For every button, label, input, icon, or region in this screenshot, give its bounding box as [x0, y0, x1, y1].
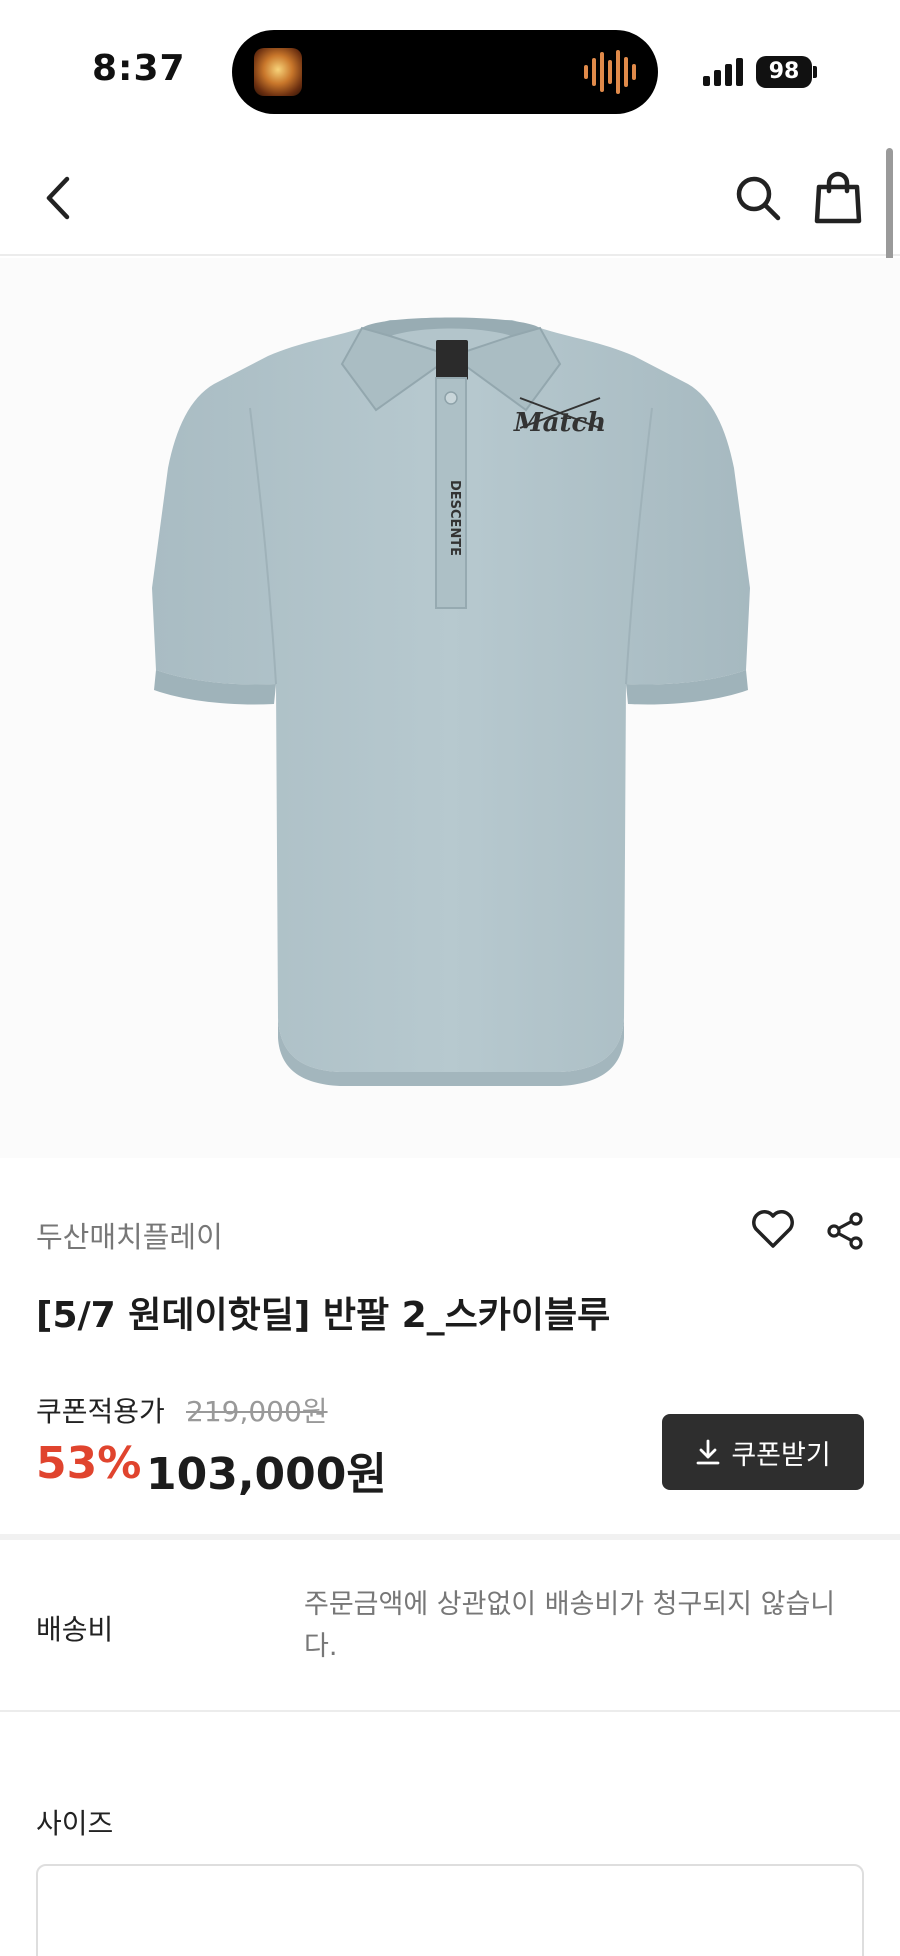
- brand-name[interactable]: 두산매치플레이: [36, 1214, 223, 1256]
- dynamic-island[interactable]: [232, 30, 658, 114]
- status-bar: 8:37 98: [0, 0, 900, 140]
- section-divider: [0, 1534, 900, 1540]
- size-label: 사이즈: [36, 1807, 114, 1840]
- coupon-price-label: 쿠폰적용가: [36, 1395, 165, 1428]
- top-navigation-bar: [0, 140, 900, 256]
- battery-indicator: 98: [756, 56, 812, 88]
- final-price: 103,000원: [146, 1449, 387, 1500]
- search-icon: [736, 176, 781, 221]
- now-playing-artwork: [254, 48, 302, 96]
- share-button[interactable]: [820, 1206, 870, 1256]
- discount-rate: 53%: [36, 1438, 142, 1489]
- download-icon: [696, 1439, 720, 1465]
- original-price: 219,000원: [186, 1395, 328, 1428]
- polo-shirt-illustration: DESCENTE Match: [152, 317, 750, 1086]
- shopping-bag-button[interactable]: [808, 166, 868, 230]
- placket-brand-logo: DESCENTE: [447, 480, 462, 556]
- product-image[interactable]: DESCENTE Match: [0, 258, 900, 1158]
- chevron-left-icon: [46, 176, 70, 220]
- shipping-info: 주문금액에 상관없이 배송비가 청구되지 않습니다.: [304, 1589, 836, 1662]
- like-button[interactable]: [748, 1204, 798, 1254]
- shopping-bag-icon: [814, 171, 862, 224]
- share-icon: [827, 1212, 863, 1250]
- audio-waveform-icon: [584, 48, 636, 96]
- battery-tip: [813, 66, 817, 78]
- size-select[interactable]: [36, 1864, 864, 1956]
- status-time: 8:37: [92, 48, 186, 89]
- back-button[interactable]: [30, 166, 86, 230]
- coupon-button-label: 쿠폰받기: [731, 1439, 831, 1471]
- chest-logo: Match: [513, 408, 606, 438]
- search-button[interactable]: [728, 168, 788, 228]
- divider: [0, 1710, 900, 1712]
- coupon-download-button[interactable]: 쿠폰받기: [662, 1414, 864, 1490]
- heart-icon: [752, 1210, 794, 1248]
- shipping-label: 배송비: [36, 1613, 114, 1646]
- cellular-signal-icon: [703, 56, 743, 86]
- product-title: [5/7 원데이핫딜] 반팔 2_스카이블루: [36, 1295, 611, 1336]
